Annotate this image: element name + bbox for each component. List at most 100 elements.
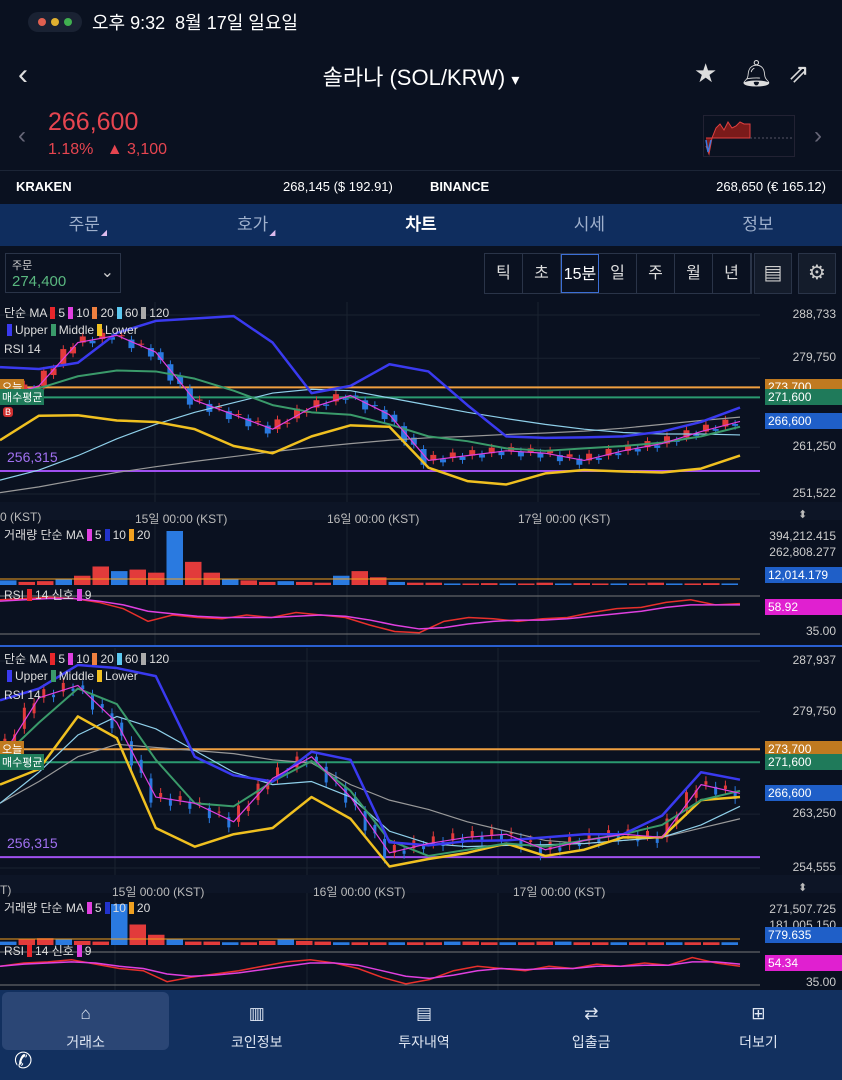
time-axis-label: 15일 00:00 (KST) — [135, 512, 228, 526]
prev-coin-icon[interactable]: ‹ — [18, 122, 26, 150]
legend-title: 단순 MA — [4, 652, 48, 666]
layout-split-icon[interactable]: ▤ — [754, 253, 792, 294]
legend-title: RSI — [4, 587, 25, 602]
nav-icon-4: ⊞ — [751, 1004, 766, 1023]
legend-swatch — [68, 652, 74, 665]
volume-bar — [425, 582, 442, 585]
tab-market[interactable]: 시세 — [505, 204, 673, 246]
avg-marker: 매수평균 — [0, 389, 45, 406]
tab-order[interactable]: 주문 ◢ — [0, 204, 168, 246]
status-date: 8월 17일 일요일 — [175, 13, 298, 33]
price-axis-label: 254,555 — [792, 860, 836, 874]
series-ma120 — [0, 743, 741, 845]
bell-icon[interactable]: 🔔︎ — [740, 58, 773, 89]
volume-bar — [592, 942, 609, 945]
volume-bar — [18, 581, 35, 585]
gear-icon[interactable]: ⚙ — [798, 253, 836, 294]
legend-swatch — [97, 324, 103, 336]
legend-item: 10 — [112, 527, 126, 542]
legend-swatch — [104, 528, 110, 541]
volume-bar — [666, 942, 683, 945]
period-4[interactable]: 주 — [637, 254, 675, 293]
window-controls[interactable] — [28, 12, 82, 32]
nav-item-0[interactable]: ⌂ 거래소 — [2, 992, 170, 1050]
kraken-label: KRAKEN — [16, 179, 72, 194]
volume-bar — [185, 561, 202, 585]
volume-bar — [647, 942, 664, 945]
volume-bar — [166, 531, 183, 585]
period-1[interactable]: 초 — [523, 254, 561, 293]
legend-swatch — [86, 528, 92, 541]
legend-item: 120 — [149, 305, 170, 320]
order-value: 274,400 — [12, 273, 67, 290]
legend-item: Lower — [105, 669, 138, 683]
candle — [478, 454, 485, 458]
legend-swatch — [50, 670, 56, 682]
nav-item-3[interactable]: ⇄ 입출금 — [508, 990, 675, 1080]
order-price-select[interactable]: 주문 274,400 ⌄ — [5, 253, 121, 293]
chevron-down-icon: ▾ — [511, 72, 520, 89]
volume-bar — [314, 941, 331, 945]
volume-bar — [462, 583, 479, 585]
legend-item: 14 신호 — [35, 588, 74, 602]
tab-chart[interactable]: 차트 — [337, 204, 505, 246]
volume-bar — [74, 575, 91, 585]
rsi-legend: RSI 14 — [4, 688, 41, 702]
sparkline[interactable] — [703, 115, 795, 157]
candle — [383, 838, 387, 859]
volume-bar — [0, 580, 17, 585]
period-5[interactable]: 월 — [675, 254, 713, 293]
nav-item-4[interactable]: ⊞ 더보기 — [675, 990, 842, 1080]
time-axis-label: 15일 00:00 (KST) — [112, 885, 205, 899]
panel-divider[interactable] — [0, 645, 842, 647]
legend-item: Middle — [58, 669, 95, 683]
nav-label: 코인정보 — [231, 1034, 283, 1050]
legend-item: 9 — [84, 587, 92, 602]
period-3[interactable]: 일 — [599, 254, 637, 293]
nav-item-2[interactable]: ▤ 투자내역 — [340, 990, 507, 1080]
phone-icon[interactable]: ✆ — [14, 1048, 32, 1074]
tab-info[interactable]: 정보 — [674, 204, 842, 246]
star-icon[interactable]: ★ — [694, 58, 717, 89]
legend-item: 14 신호 — [35, 944, 74, 958]
candle — [196, 399, 203, 401]
volume-bar — [444, 583, 461, 585]
legend-swatch — [92, 306, 98, 319]
kraken-value: 268,145 ($ 192.91) — [283, 179, 393, 194]
legend-swatch — [27, 588, 33, 601]
avg-price-tag: 271,600 — [765, 389, 842, 406]
candle — [723, 785, 727, 789]
nav-item-1[interactable]: ▥ 코인정보 — [173, 990, 340, 1080]
volume-bar — [629, 583, 646, 585]
volume-bar — [444, 941, 461, 945]
legend: 거래량 단순 MA 5 10 20 — [4, 526, 150, 543]
period-2[interactable]: 15분 — [561, 254, 599, 293]
buy-marker: B — [3, 407, 14, 418]
share-icon[interactable]: ⇗ — [788, 58, 810, 89]
rsi-current-tag: 54.34 — [765, 955, 842, 971]
scale-toggle-icon[interactable]: ⬍ — [798, 508, 807, 521]
volume-bar — [721, 583, 738, 585]
volume-bar — [629, 942, 646, 945]
period-6[interactable]: 년 — [713, 254, 751, 293]
legend-title: 거래량 단순 MA — [4, 901, 84, 915]
legend-swatch — [7, 670, 12, 682]
volume-bar — [333, 942, 350, 945]
status-bar: 오후 9:32 8월 17일 일요일 — [28, 8, 298, 36]
next-coin-icon[interactable]: › — [814, 122, 822, 150]
legend-swatch — [141, 652, 147, 665]
volume-current-tag: 779.635 — [765, 927, 842, 943]
volume-bar — [351, 942, 368, 945]
volume-bar — [333, 575, 350, 585]
period-0[interactable]: 틱 — [485, 254, 523, 293]
tab-orderbook[interactable]: 호가 ◢ — [168, 204, 336, 246]
coin-title: 솔라나 (SOL/KRW) — [322, 65, 506, 90]
legend: Upper Middle Lower — [4, 323, 138, 337]
scale-toggle-icon[interactable]: ⬍ — [798, 881, 807, 894]
legend: 단순 MA 5 10 20 60 120 — [4, 650, 169, 667]
volume-bar — [92, 566, 109, 585]
volume-bar — [684, 942, 701, 945]
nav-label: 거래소 — [66, 1034, 105, 1050]
price-axis-label: 288,733 — [792, 307, 836, 321]
exchange-prices: KRAKEN 268,145 ($ 192.91) BINANCE 268,65… — [0, 170, 842, 202]
